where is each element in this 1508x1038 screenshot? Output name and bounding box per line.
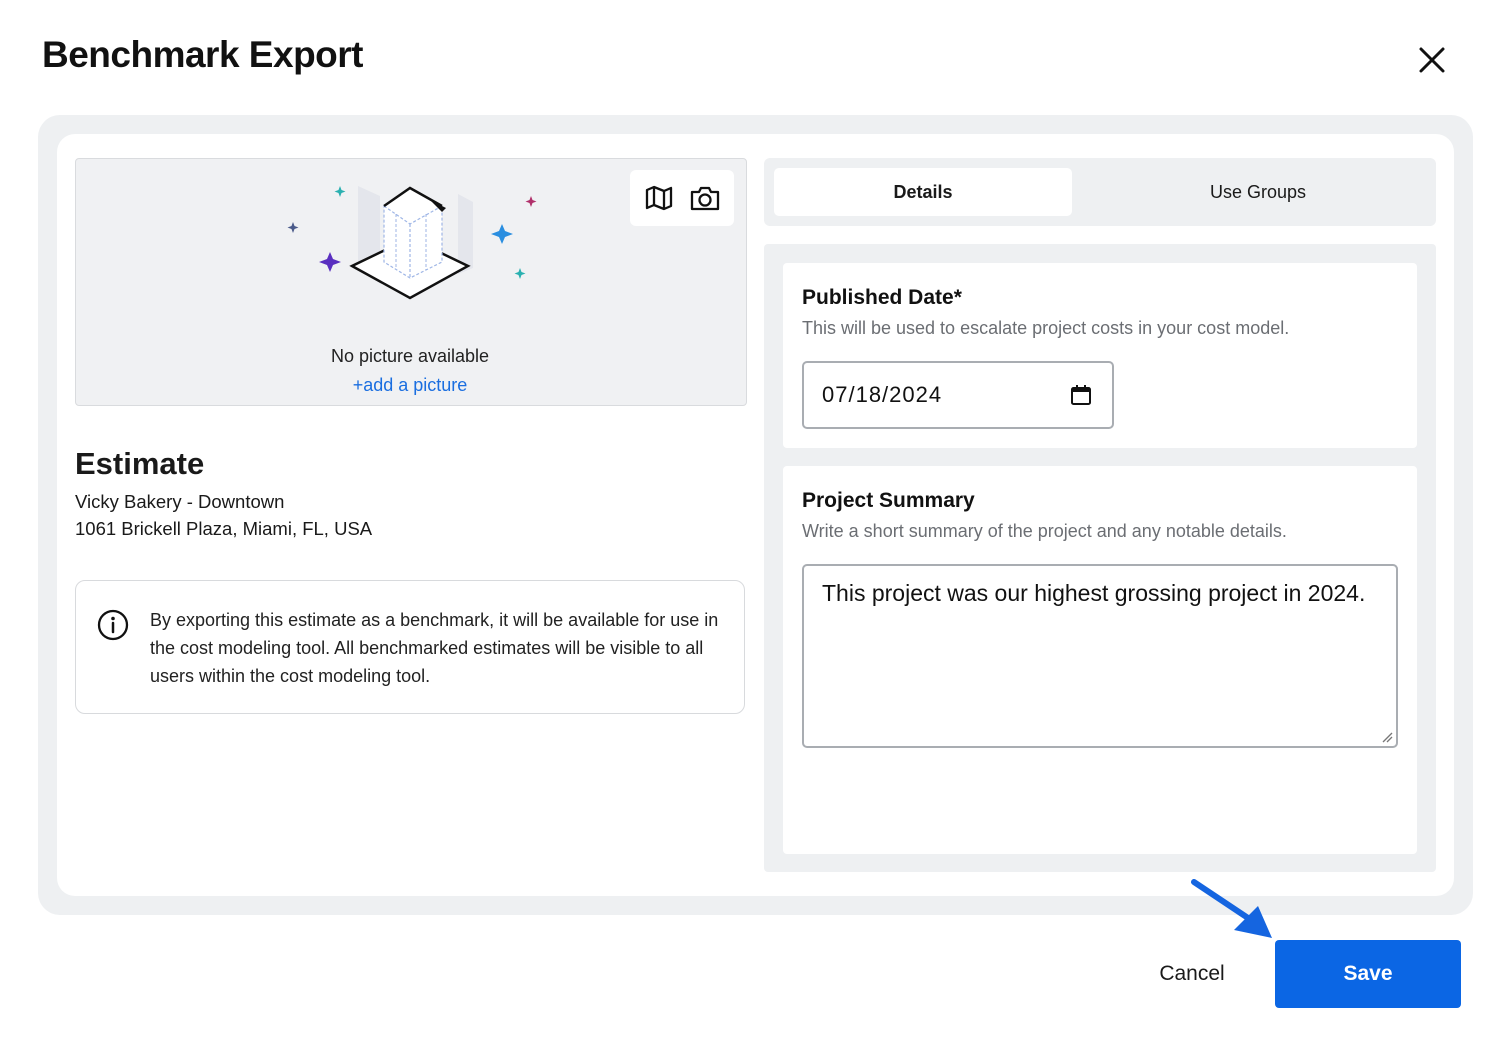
tab-use-groups[interactable]: Use Groups [1090,168,1426,216]
save-button[interactable]: Save [1275,940,1461,1008]
calendar-icon[interactable] [1070,384,1092,406]
published-date-field[interactable]: 07/18/2024 [802,361,1114,429]
add-picture-link[interactable]: +add a picture [75,375,745,396]
picture-toolbar [630,170,734,226]
map-icon [645,185,673,211]
estimate-heading: Estimate [75,446,205,481]
info-text: By exporting this estimate as a benchmar… [150,610,719,686]
project-summary-value: This project was our highest grossing pr… [822,580,1366,606]
close-button[interactable] [1412,40,1452,80]
cancel-button[interactable]: Cancel [1140,944,1244,1004]
resize-grip-icon[interactable] [1381,731,1393,743]
dialog-title: Benchmark Export [42,34,364,75]
tab-details[interactable]: Details [774,168,1072,216]
close-icon [1419,47,1445,73]
project-summary-label: Project Summary [802,489,975,512]
info-icon [97,609,129,641]
camera-button[interactable] [685,178,725,218]
published-date-label: Published Date* [802,286,962,309]
building-illustration [287,186,537,300]
no-picture-text: No picture available [330,346,490,366]
project-summary-help: Write a short summary of the project and… [802,521,1287,541]
published-date-help: This will be used to escalate project co… [802,318,1290,338]
project-address: 1061 Brickell Plaza, Miami, FL, USA [75,518,373,539]
project-name: Vicky Bakery - Downtown [75,491,285,512]
map-button[interactable] [639,178,679,218]
project-summary-textarea[interactable]: This project was our highest grossing pr… [802,564,1398,748]
published-date-value: 07/18/2024 [822,382,943,407]
pointer-arrow-icon [1191,879,1272,938]
camera-icon [690,186,720,211]
